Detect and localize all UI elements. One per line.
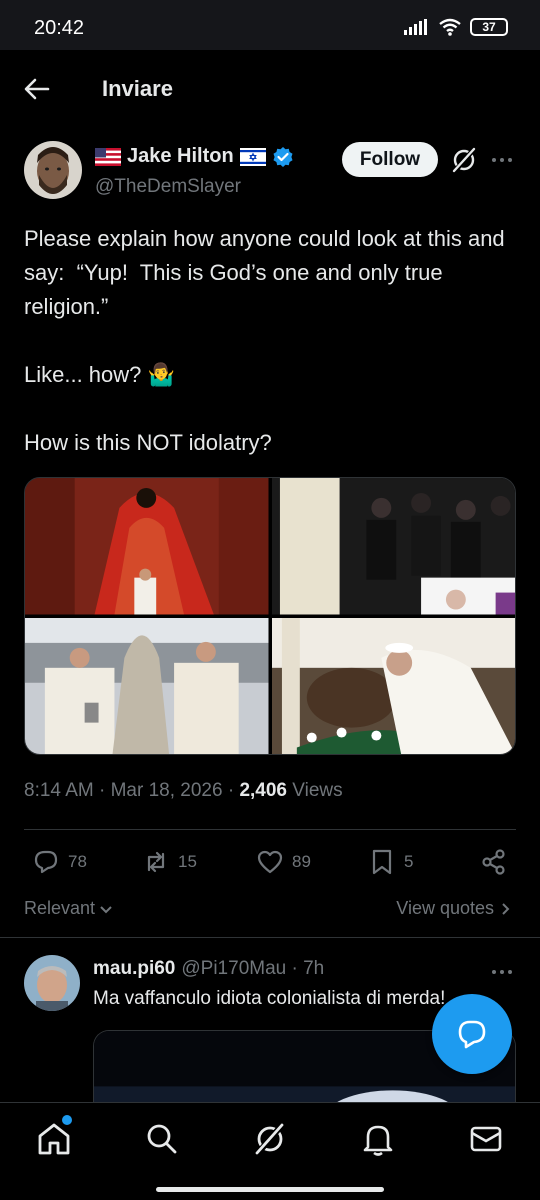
media-image-1[interactable]: [25, 478, 269, 615]
media-image-3[interactable]: [25, 617, 269, 754]
sort-relevant-dropdown[interactable]: Relevant: [24, 898, 114, 919]
view-quotes-link[interactable]: View quotes: [396, 898, 512, 919]
divider: [0, 937, 540, 938]
status-bar: 20:42 37: [0, 0, 540, 50]
bookmark-action[interactable]: 5: [368, 848, 413, 876]
reply-header: mau.pi60 @Pi170Mau · 7h: [93, 958, 324, 980]
tweet-media-grid[interactable]: [24, 477, 516, 755]
mail-icon[interactable]: [468, 1121, 504, 1157]
sort-relevant-label: Relevant: [24, 898, 96, 918]
media-image-2[interactable]: [271, 478, 515, 615]
reply-author-handle[interactable]: @Pi170Mau · 7h: [181, 958, 324, 980]
home-indicator[interactable]: [156, 1187, 384, 1192]
status-icons: 37: [404, 18, 508, 36]
like-count: 89: [292, 852, 311, 871]
media-image-4[interactable]: [271, 617, 515, 754]
us-flag-icon: [95, 147, 121, 166]
reply-more-options-icon[interactable]: [490, 962, 514, 982]
battery-level: 37: [482, 20, 496, 34]
reply-count: 78: [68, 852, 87, 871]
reply-avatar[interactable]: [24, 955, 80, 1011]
wifi-icon: [439, 18, 461, 36]
back-arrow-icon[interactable]: [22, 74, 52, 104]
follow-button[interactable]: Follow: [342, 142, 438, 177]
bookmark-count: 5: [404, 852, 414, 871]
divider: [24, 829, 516, 830]
chevron-right-icon: [502, 902, 510, 915]
tweet-actions: 78 15 89 5: [24, 848, 516, 882]
author-handle[interactable]: @TheDemSlayer: [95, 176, 241, 198]
tweet-text: Please explain how anyone could look at …: [24, 226, 505, 455]
bookmark-icon: [372, 849, 392, 875]
view-quotes-label: View quotes: [396, 898, 494, 918]
grok-icon[interactable]: [450, 146, 478, 174]
repost-action[interactable]: 15: [142, 848, 197, 876]
tweet-timestamp[interactable]: 8:14 AM · Mar 18, 2026 ·: [24, 780, 234, 801]
repost-count: 15: [178, 852, 197, 871]
notification-dot: [62, 1115, 72, 1125]
more-options-icon[interactable]: [490, 150, 514, 170]
compose-reply-fab[interactable]: [432, 994, 512, 1074]
heart-icon: [257, 850, 283, 874]
reply-icon: [34, 850, 58, 874]
verified-badge-icon: [273, 146, 293, 167]
reply-author-name[interactable]: mau.pi60: [93, 958, 175, 980]
status-time: 20:42: [34, 17, 85, 39]
repost-icon: [147, 851, 165, 873]
israel-flag-icon: [239, 147, 266, 166]
views-count: 2,406: [239, 780, 287, 801]
like-action[interactable]: 89: [256, 848, 311, 876]
top-header: Inviare: [0, 50, 540, 126]
search-icon[interactable]: [144, 1121, 180, 1157]
page-title: Inviare: [102, 76, 173, 101]
battery-indicator: 37: [470, 18, 508, 36]
share-icon: [482, 849, 505, 875]
chevron-down-icon: [100, 905, 112, 913]
reply-action[interactable]: 78: [32, 848, 87, 876]
author-name-row: Jake Hilton: [95, 145, 294, 168]
views-label: Views: [292, 780, 343, 801]
bottom-navigation: [0, 1102, 540, 1200]
share-action[interactable]: [480, 848, 508, 876]
author-avatar[interactable]: [24, 141, 82, 199]
home-icon[interactable]: [36, 1121, 72, 1157]
chat-bubble-icon: [458, 1020, 486, 1049]
bell-icon[interactable]: [360, 1121, 396, 1157]
signal-icon: [404, 19, 427, 35]
tweet-meta: 8:14 AM · Mar 18, 2026 · 2,406 Views: [24, 780, 343, 802]
grok-icon[interactable]: [252, 1121, 288, 1157]
author-name[interactable]: Jake Hilton: [127, 145, 234, 168]
